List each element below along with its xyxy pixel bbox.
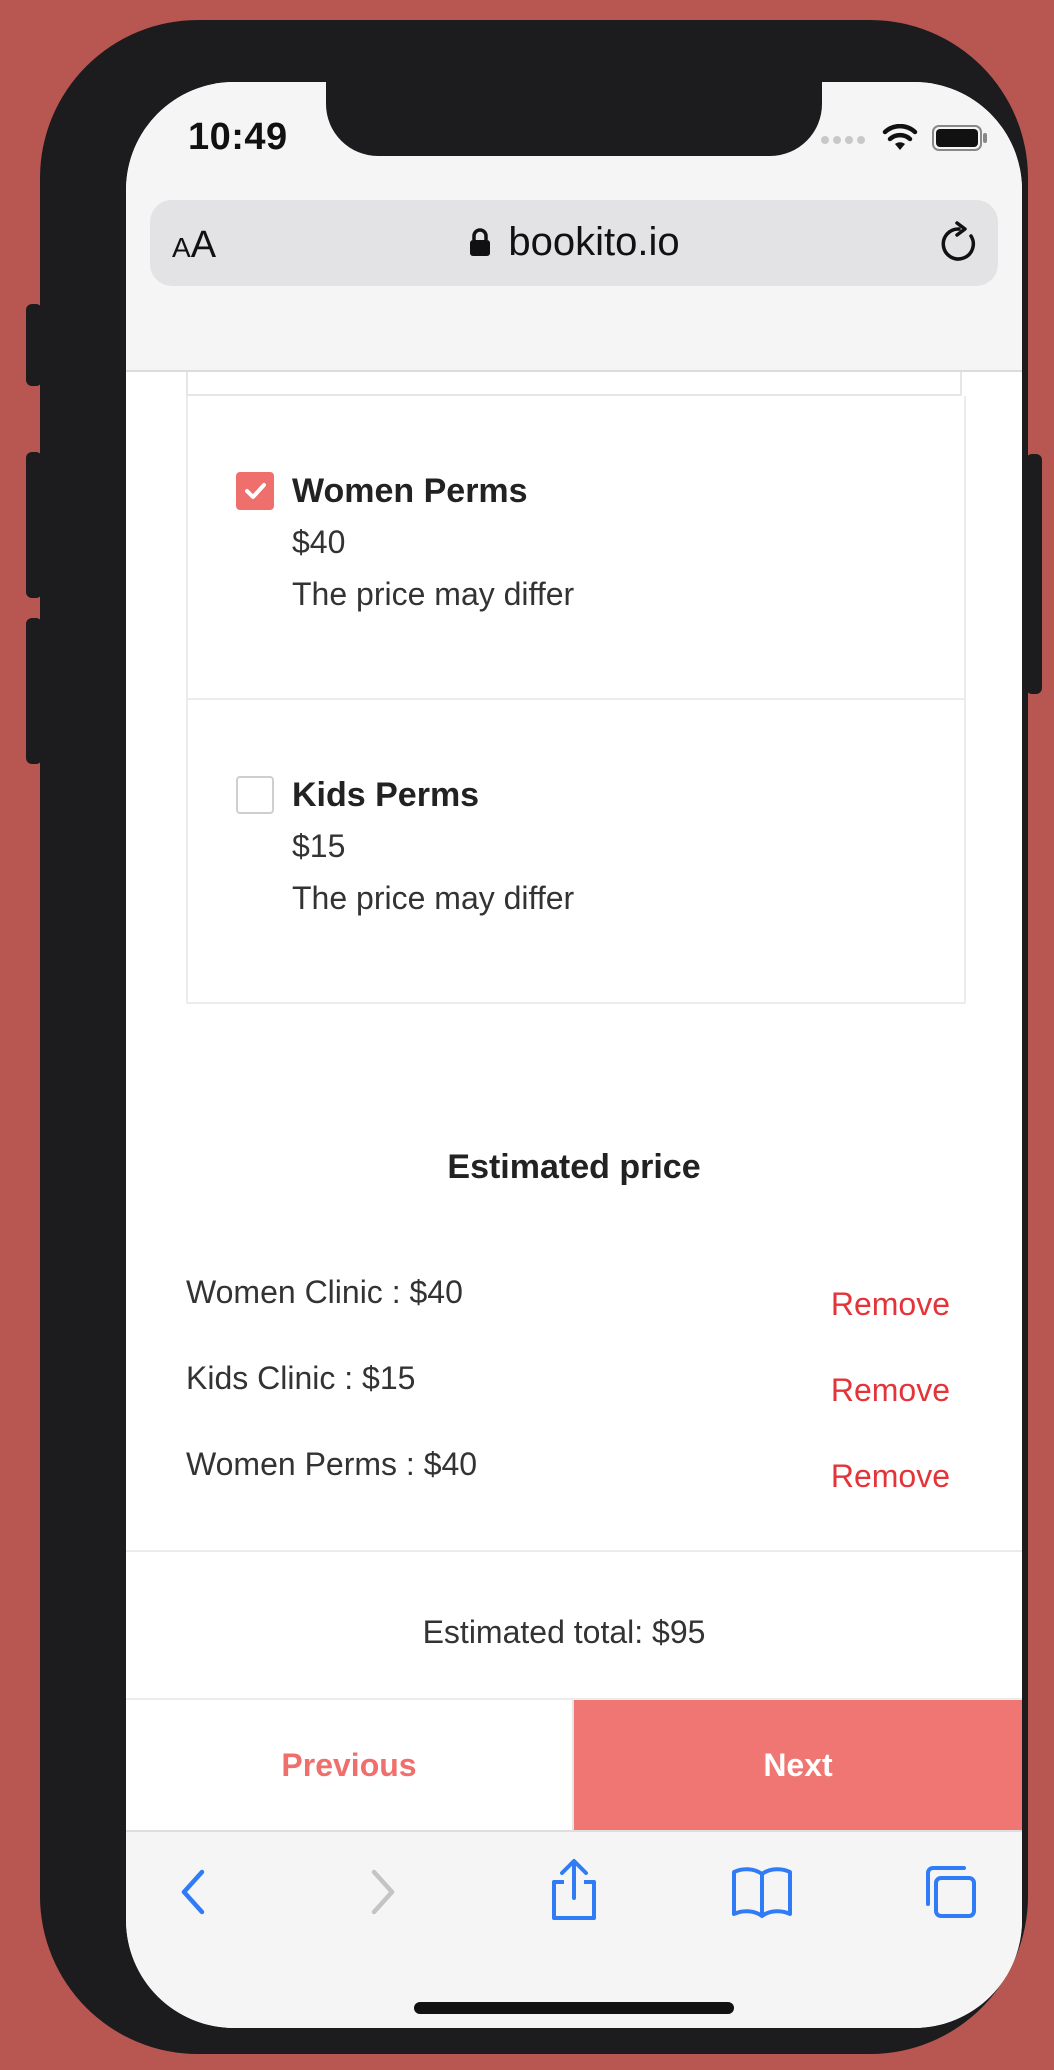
estimate-line-item: Women Perms : $40 (186, 1446, 478, 1482)
url-display[interactable]: bookito.io (150, 220, 998, 267)
estimate-line-item: Women Clinic : $40 (186, 1274, 463, 1310)
checkbox-women-perms[interactable] (236, 472, 274, 510)
service-price: $40 (292, 524, 346, 560)
reload-icon[interactable] (938, 220, 980, 269)
volume-up-button (26, 452, 42, 598)
address-bar[interactable]: AA bookito.io (150, 200, 998, 286)
battery-icon (932, 125, 988, 156)
service-card-women-perms[interactable]: Women Perms $40 The price may differ (186, 396, 966, 700)
service-card-kids-perms[interactable]: Kids Perms $15 The price may differ (186, 700, 966, 1004)
url-text: bookito.io (508, 220, 680, 264)
status-time: 10:49 (188, 116, 288, 158)
step-navigation: Previous Next (126, 1698, 1022, 1830)
wifi-icon (882, 123, 918, 157)
remove-button[interactable]: Remove (831, 1286, 950, 1323)
phone-screen: 10:49 AA bookito.io Women Perms $40 The … (126, 82, 1022, 2028)
power-button (1026, 454, 1042, 694)
volume-down-button (26, 618, 42, 764)
bookmarks-icon[interactable] (730, 1864, 794, 1925)
next-button[interactable]: Next (574, 1700, 1022, 1830)
service-price: $15 (292, 828, 346, 864)
status-icons (820, 123, 988, 157)
service-note: The price may differ (292, 576, 575, 612)
share-icon[interactable] (546, 1858, 602, 1927)
remove-button[interactable]: Remove (831, 1458, 950, 1495)
signal-icon (820, 132, 868, 150)
checkbox-kids-perms[interactable] (236, 776, 274, 814)
browser-toolbar (126, 1830, 1022, 2028)
estimated-price-title: Estimated price (447, 1148, 701, 1186)
remove-button[interactable]: Remove (831, 1372, 950, 1409)
home-indicator[interactable] (414, 2002, 734, 2014)
back-icon[interactable] (174, 1864, 214, 1925)
service-name: Kids Perms (292, 776, 480, 814)
forward-icon[interactable] (362, 1864, 402, 1925)
previous-service-card-edge (186, 372, 962, 396)
service-name: Women Perms (292, 472, 528, 510)
tabs-icon[interactable] (920, 1864, 980, 1925)
estimate-line-item: Kids Clinic : $15 (186, 1360, 416, 1396)
divider (126, 1550, 1022, 1552)
notch (326, 82, 822, 156)
mute-switch (26, 304, 42, 386)
browser-address-area: AA bookito.io (126, 200, 1022, 372)
service-note: The price may differ (292, 880, 575, 916)
previous-button[interactable]: Previous (126, 1700, 574, 1830)
estimated-total: Estimated total: $95 (422, 1614, 706, 1650)
phone-frame: 10:49 AA bookito.io Women Perms $40 The … (26, 20, 1042, 2054)
lock-icon (468, 222, 492, 267)
checkmark-icon (245, 483, 266, 499)
